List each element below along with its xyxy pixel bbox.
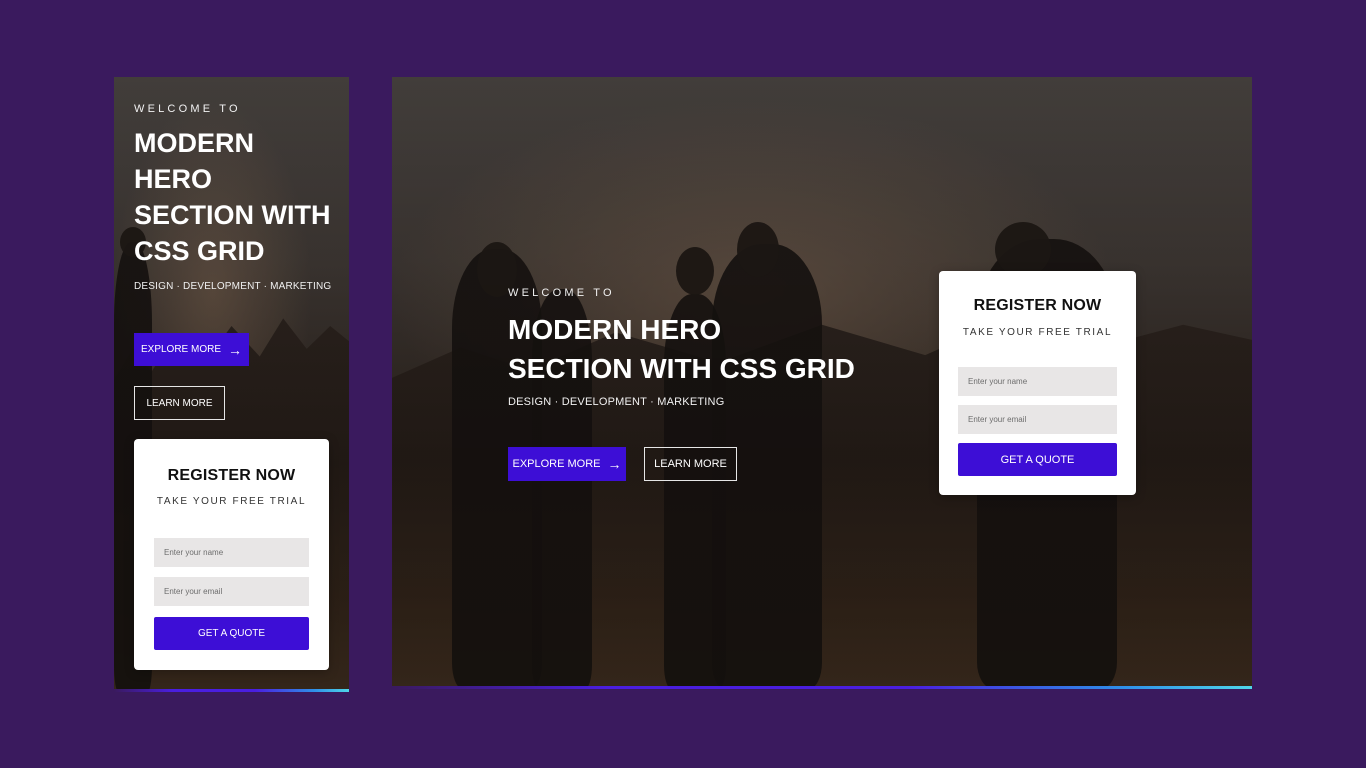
- name-input[interactable]: [154, 538, 309, 567]
- email-input[interactable]: [154, 577, 309, 606]
- accent-line: [114, 689, 349, 692]
- register-card: REGISTER NOW TAKE YOUR FREE TRIAL GET A …: [134, 439, 329, 670]
- register-subtitle: TAKE YOUR FREE TRIAL: [156, 496, 307, 507]
- hero-tagline: DESIGN · DEVELOPMENT · MARKETING: [508, 396, 725, 408]
- explore-more-label: EXPLORE MORE: [140, 344, 222, 355]
- explore-more-label: EXPLORE MORE: [512, 458, 601, 470]
- register-subtitle: TAKE YOUR FREE TRIAL: [962, 327, 1113, 338]
- learn-more-label: LEARN MORE: [654, 458, 727, 470]
- get-a-quote-button[interactable]: GET A QUOTE: [154, 617, 309, 650]
- hero-headline: MODERN HERO SECTION WITH CSS GRID: [134, 128, 331, 266]
- register-card: REGISTER NOW TAKE YOUR FREE TRIAL GET A …: [939, 271, 1136, 495]
- explore-more-button[interactable]: EXPLORE MORE →: [134, 333, 249, 366]
- name-input[interactable]: [958, 367, 1117, 396]
- register-title: REGISTER NOW: [167, 467, 296, 484]
- arrow-right-icon: →: [607, 456, 622, 472]
- email-input[interactable]: [958, 405, 1117, 434]
- hero-headline: MODERN HERO SECTION WITH CSS GRID: [508, 310, 928, 388]
- hero-tagline: DESIGN · DEVELOPMENT · MARKETING: [134, 281, 332, 292]
- learn-more-button[interactable]: LEARN MORE: [134, 386, 225, 420]
- get-a-quote-button[interactable]: GET A QUOTE: [958, 443, 1117, 476]
- accent-line: [392, 686, 1252, 689]
- mobile-hero-preview: WELCOME TO MODERN HERO SECTION WITH CSS …: [114, 77, 349, 692]
- hero-headline-line-1: MODERN HERO: [508, 314, 722, 345]
- learn-more-label: LEARN MORE: [146, 397, 213, 409]
- hero-headline-line-2: SECTION WITH CSS GRID: [508, 353, 855, 384]
- explore-more-button[interactable]: EXPLORE MORE →: [508, 447, 626, 481]
- desktop-hero-preview: WELCOME TO MODERN HERO SECTION WITH CSS …: [392, 77, 1252, 689]
- register-title: REGISTER NOW: [973, 297, 1102, 314]
- welcome-eyebrow: WELCOME TO: [134, 103, 241, 115]
- welcome-eyebrow: WELCOME TO: [508, 287, 615, 299]
- learn-more-button[interactable]: LEARN MORE: [644, 447, 737, 481]
- arrow-right-icon: →: [228, 341, 243, 358]
